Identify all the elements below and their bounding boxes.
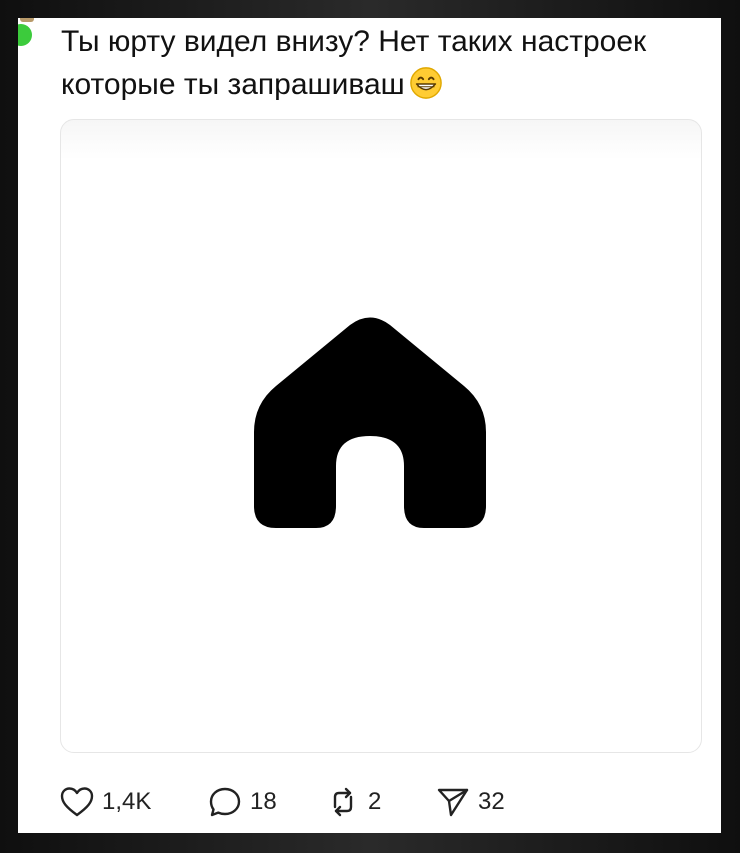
avatar[interactable] xyxy=(18,18,40,72)
reply-count: 18 xyxy=(250,788,277,815)
avatar-image xyxy=(20,18,34,22)
share-count: 32 xyxy=(478,788,505,815)
reply-button[interactable]: 18 xyxy=(208,786,326,818)
share-button[interactable]: 32 xyxy=(436,786,536,818)
grinning-emoji-icon xyxy=(409,67,442,99)
action-bar: 1,4K 18 2 32 xyxy=(60,782,536,822)
home-icon xyxy=(254,317,486,528)
comment-bubble-icon xyxy=(209,787,241,817)
send-icon xyxy=(437,788,469,817)
post-card: Ты юрту видел внизу? Нет таких настроек … xyxy=(18,18,721,833)
online-status-dot xyxy=(18,24,32,46)
repost-icon xyxy=(333,787,353,817)
heart-icon xyxy=(60,787,94,817)
like-button[interactable]: 1,4K xyxy=(60,786,208,818)
repost-count: 2 xyxy=(368,788,382,815)
like-count: 1,4K xyxy=(102,788,152,815)
repost-button[interactable]: 2 xyxy=(326,786,436,818)
post-text-container: Ты юрту видел внизу? Нет таких настроек … xyxy=(61,20,701,106)
post-image[interactable] xyxy=(60,119,702,753)
post-text: Ты юрту видел внизу? Нет таких настроек … xyxy=(61,25,647,101)
